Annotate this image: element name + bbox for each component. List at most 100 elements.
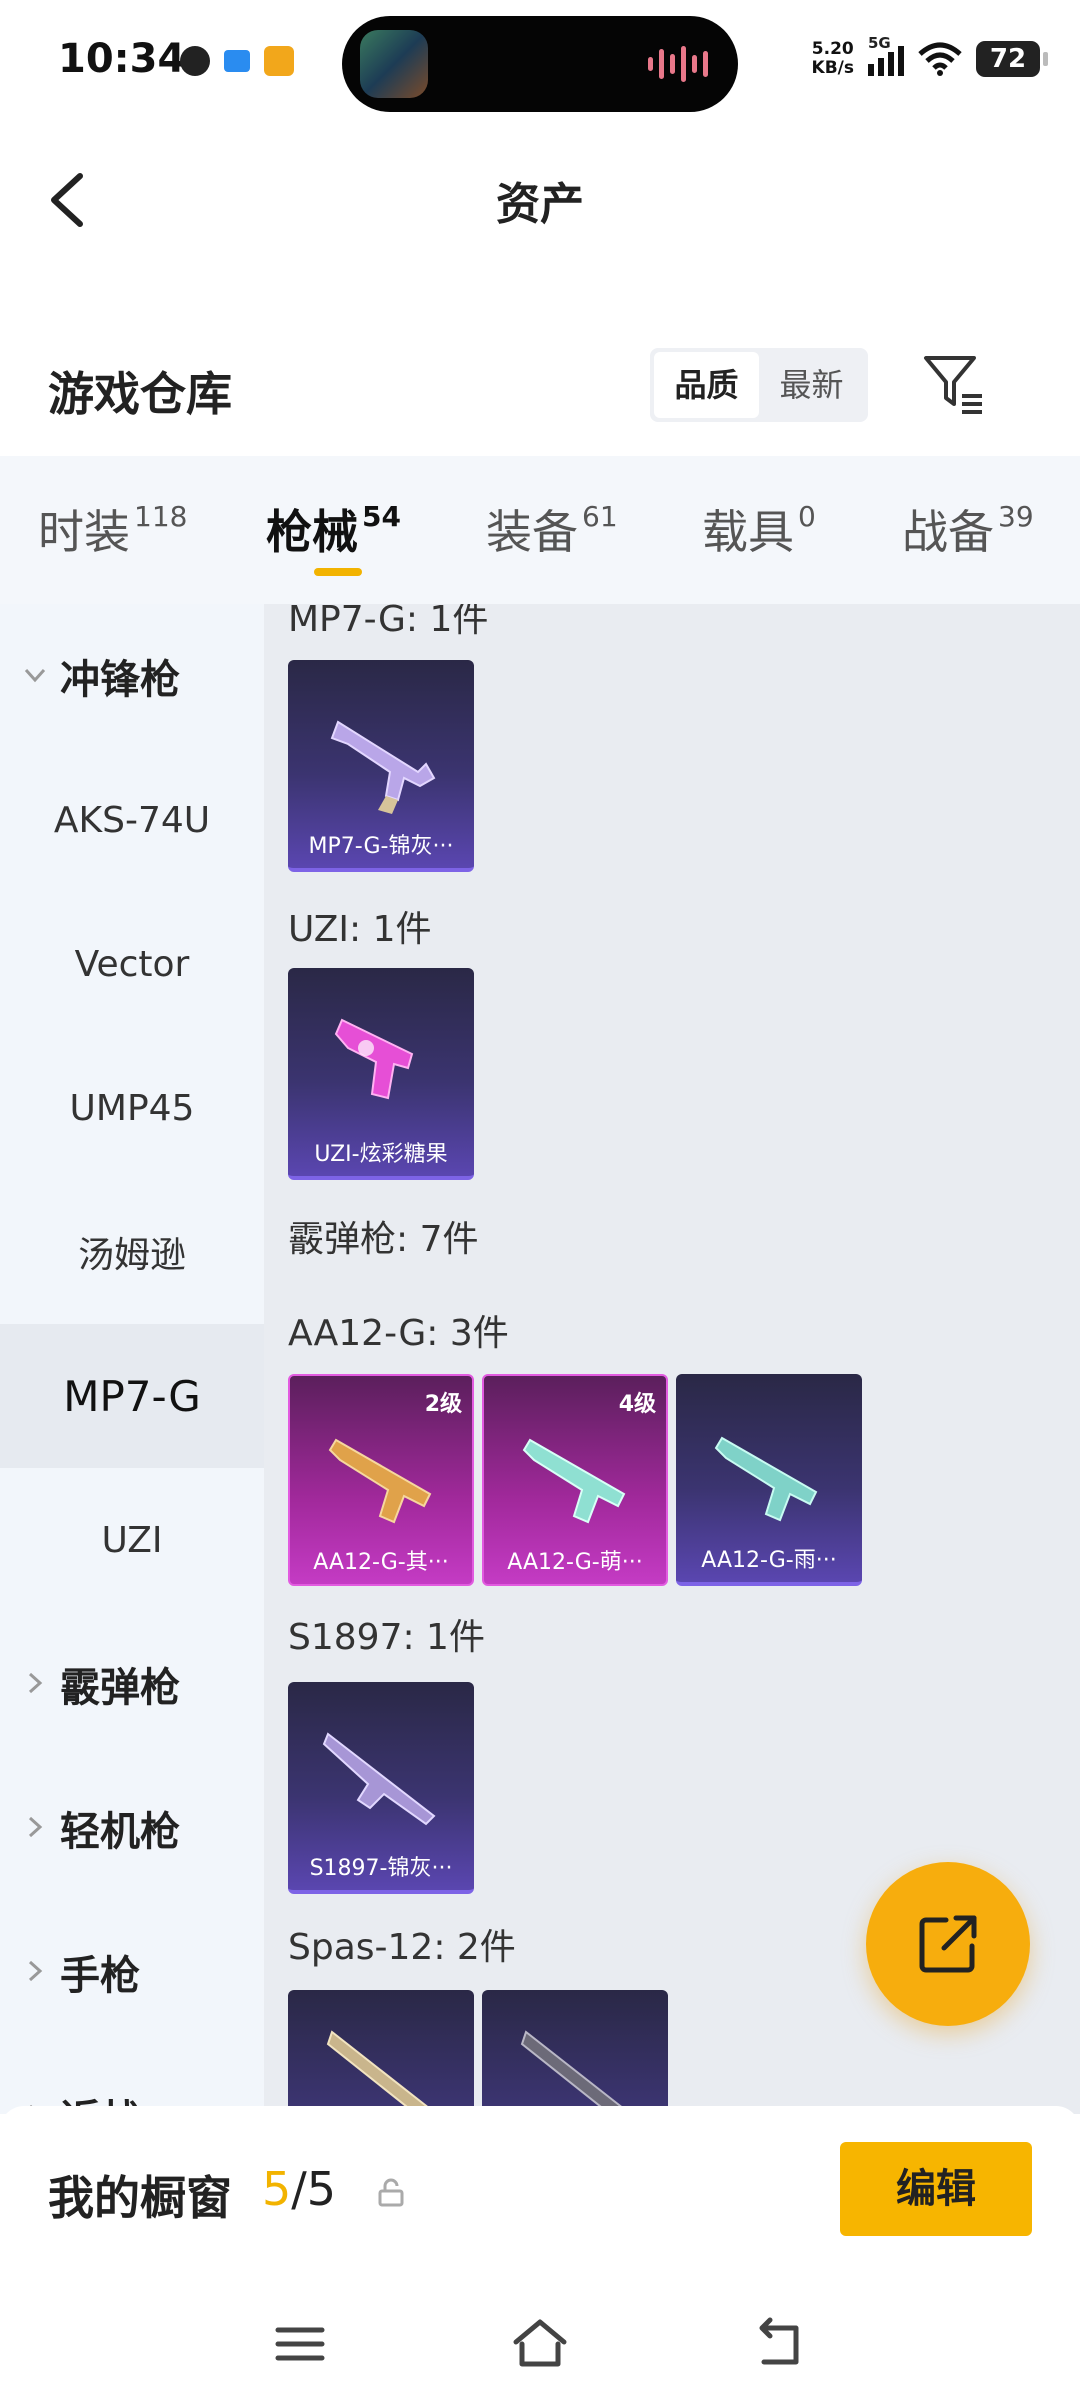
chevron-right-icon (28, 1672, 43, 1694)
tab-label: 时装 (38, 505, 130, 559)
media-thumbnail (360, 30, 428, 98)
shotgun-icon (520, 2030, 630, 2114)
sidebar-item-label: 轻机枪 (60, 1809, 180, 1855)
filter-icon[interactable] (920, 350, 986, 416)
audio-wave-icon (648, 46, 708, 82)
tab-label: 战备 (902, 505, 994, 559)
shotgun-icon (714, 1436, 818, 1522)
sort-quality-option[interactable]: 品质 (654, 352, 759, 418)
wifi-icon (918, 42, 962, 76)
sidebar-group-smg[interactable]: 冲锋枪 (0, 604, 264, 748)
dynamic-island[interactable] (342, 16, 738, 112)
category-tabs: 时装 118 枪械 54 装备 61 载具 0 战备 39 (0, 456, 1080, 604)
tab-count: 54 (362, 500, 401, 533)
system-status: 5.20 KB/s 5G 72 (812, 34, 1048, 78)
weapon-card-mp7g[interactable]: MP7-G-锦灰··· (288, 660, 474, 872)
smg-icon (334, 1018, 414, 1100)
sidebar-group-pistol[interactable]: 手枪 (0, 1900, 264, 2044)
home-icon[interactable] (510, 2314, 570, 2374)
section-label-spas12: Spas-12: 2件 (288, 1927, 516, 1968)
showcase-label: 我的橱窗 (48, 2171, 232, 2225)
weapon-card-aa12g-1[interactable]: 2级 AA12-G-其··· (288, 1374, 474, 1586)
tab-supplies[interactable]: 战备 39 (902, 496, 1034, 562)
sidebar-group-lmg[interactable]: 轻机枪 (0, 1756, 264, 1900)
share-icon (919, 1915, 977, 1973)
tab-count: 0 (798, 500, 816, 533)
shotgun-icon (326, 2030, 436, 2114)
chevron-right-icon (28, 1960, 43, 1982)
card-name: S1897-锦灰··· (309, 1856, 453, 1881)
section-label-aa12g: AA12-G: 3件 (288, 1313, 509, 1354)
card-name: AA12-G-萌··· (507, 1550, 643, 1575)
globe-icon (180, 46, 210, 76)
tab-count: 39 (998, 500, 1034, 533)
weapon-type-sidebar: 冲锋枪 AKS-74U Vector UMP45 汤姆逊 MP7-G UZI 霰… (0, 604, 264, 2114)
active-tab-indicator (314, 568, 362, 576)
sidebar-item-vector[interactable]: Vector (0, 892, 264, 1036)
sidebar-group-melee[interactable]: 近战 (0, 2044, 264, 2114)
battery-icon: 72 (976, 41, 1048, 77)
app-notification-icon (224, 50, 250, 72)
tab-firearms[interactable]: 枪械 54 (266, 496, 401, 562)
edit-button[interactable]: 编辑 (840, 2142, 1032, 2236)
sidebar-item-aks74u[interactable]: AKS-74U (0, 748, 264, 892)
sidebar-item-thompson[interactable]: 汤姆逊 (0, 1180, 264, 1324)
tab-label: 枪械 (266, 505, 358, 559)
sidebar-item-label: 手枪 (60, 1953, 140, 1999)
showcase-panel: 我的橱窗 5/5 编辑 (0, 2106, 1080, 2400)
tab-label: 载具 (702, 505, 794, 559)
weapon-card-spas12-1[interactable] (288, 1990, 474, 2114)
network-type: 5G (868, 34, 891, 52)
title-bar: 资产 (0, 140, 1080, 260)
smg-icon (330, 720, 436, 814)
card-name: MP7-G-锦灰··· (308, 834, 454, 859)
weapon-card-spas12-2[interactable] (482, 1990, 668, 2114)
section-label-s1897: S1897: 1件 (288, 1617, 485, 1658)
notification-icons (180, 46, 294, 76)
section-label-mp7g: MP7-G: 1件 (288, 604, 489, 640)
sidebar-item-ump45[interactable]: UMP45 (0, 1036, 264, 1180)
section-label-shotgun: 霰弹枪: 7件 (288, 1219, 479, 1260)
sidebar-item-mp7g[interactable]: MP7-G (0, 1324, 264, 1468)
tab-count: 61 (582, 500, 618, 533)
showcase-count: 5/5 (262, 2162, 336, 2216)
card-name: UZI-炫彩糖果 (314, 1142, 448, 1167)
sidebar-item-label: 霰弹枪 (60, 1665, 180, 1711)
card-name: AA12-G-雨··· (701, 1548, 837, 1573)
section-label-uzi: UZI: 1件 (288, 909, 432, 950)
coin-app-icon (264, 46, 294, 76)
share-button[interactable] (866, 1862, 1030, 2026)
status-time: 10:34 (58, 36, 186, 82)
system-nav-bar (0, 2296, 1080, 2396)
sort-newest-option[interactable]: 最新 (759, 352, 864, 418)
showcase-max: 5 (306, 2162, 337, 2216)
tab-count: 118 (134, 500, 188, 533)
shotgun-icon (322, 1732, 436, 1826)
weapon-card-uzi[interactable]: UZI-炫彩糖果 (288, 968, 474, 1180)
network-speed-unit: KB/s (811, 58, 854, 78)
sidebar-item-uzi[interactable]: UZI (0, 1468, 264, 1612)
chevron-down-icon (24, 668, 46, 683)
tab-vehicles[interactable]: 载具 0 (702, 496, 816, 562)
weapon-card-aa12g-3[interactable]: AA12-G-雨··· (676, 1374, 862, 1586)
cellular-signal-icon: 5G (868, 34, 904, 76)
tab-fashion[interactable]: 时装 118 (38, 496, 187, 562)
network-speed: 5.20 KB/s (812, 40, 854, 78)
showcase-current: 5 (262, 2162, 292, 2216)
sidebar-item-label: 冲锋枪 (60, 657, 180, 703)
card-name: AA12-G-其··· (313, 1550, 449, 1575)
weapon-card-s1897[interactable]: S1897-锦灰··· (288, 1682, 474, 1894)
sort-toggle: 品质 最新 (650, 348, 868, 422)
showcase-separator: / (291, 2162, 307, 2216)
network-speed-value: 5.20 (811, 39, 854, 59)
tab-label: 装备 (486, 505, 578, 559)
sidebar-group-shotgun[interactable]: 霰弹枪 (0, 1612, 264, 1756)
back-nav-icon[interactable] (750, 2314, 810, 2374)
menu-icon[interactable] (270, 2314, 330, 2374)
chevron-right-icon (28, 1816, 43, 1838)
weapon-card-aa12g-2[interactable]: 4级 AA12-G-萌··· (482, 1374, 668, 1586)
shotgun-icon (328, 1438, 432, 1524)
tab-equipment[interactable]: 装备 61 (486, 496, 618, 562)
warehouse-title: 游戏仓库 (48, 367, 232, 421)
status-bar: 10:34 5.20 KB/s 5G 72 (0, 0, 1080, 120)
